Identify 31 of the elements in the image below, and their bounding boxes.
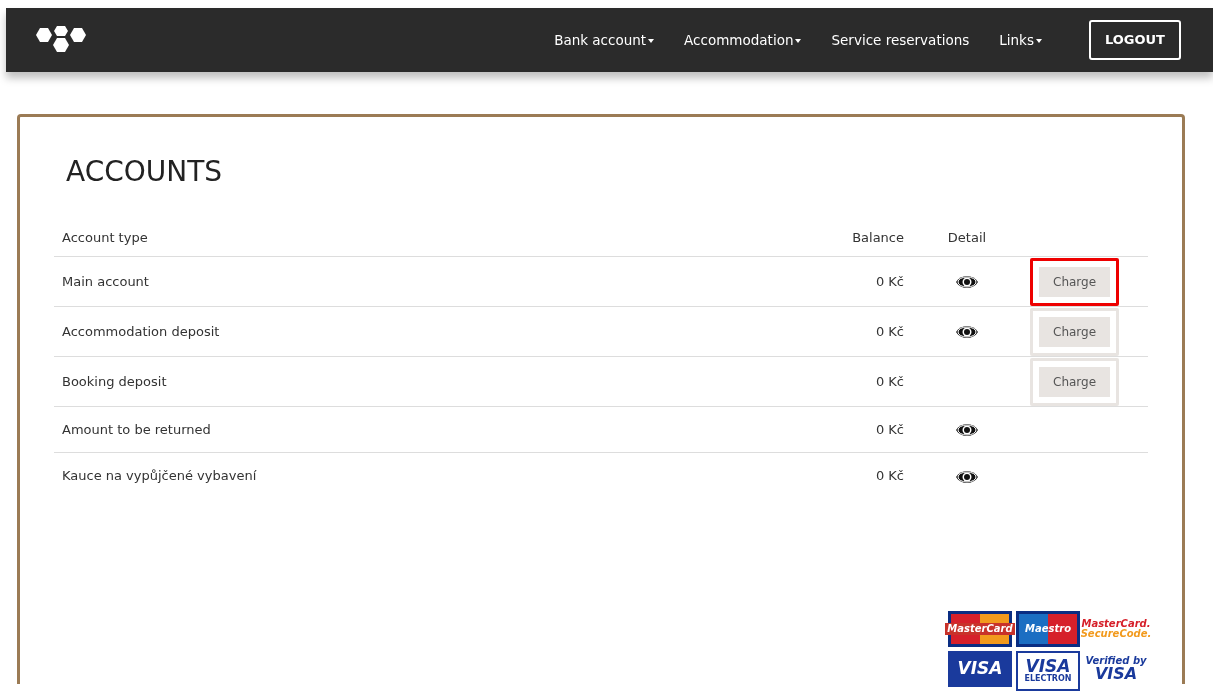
column-header: Balance bbox=[852, 229, 904, 245]
logout-button[interactable]: LOGOUT bbox=[1088, 20, 1181, 60]
eye-icon[interactable] bbox=[955, 468, 979, 485]
payment-logo: MasterCard bbox=[948, 610, 1012, 647]
nav-link[interactable]: Links bbox=[999, 29, 1042, 51]
table-cell: 0 Kč bbox=[875, 323, 904, 339]
column-header: Detail bbox=[947, 229, 987, 245]
table-cell: 0 Kč bbox=[875, 373, 904, 389]
nav-link[interactable]: Bank account bbox=[554, 29, 655, 51]
table-cell: Kauce na vypůjčené vybavení bbox=[62, 468, 257, 484]
table-cell: 0 Kč bbox=[875, 273, 904, 289]
charge-button[interactable]: Charge bbox=[1030, 307, 1120, 356]
eye-icon[interactable] bbox=[955, 274, 979, 291]
payment-logo: VISA bbox=[948, 650, 1012, 687]
table-cell: Accommodation deposit bbox=[62, 323, 220, 339]
payment-logo: Maestro bbox=[1016, 610, 1080, 647]
payment-logo: VISA ELECTRON bbox=[1016, 650, 1080, 691]
table-cell: 0 Kč bbox=[875, 468, 904, 484]
charge-button[interactable]: Charge bbox=[1030, 257, 1120, 306]
nav-link[interactable]: Service reservations bbox=[831, 29, 970, 51]
table-cell: 0 Kč bbox=[875, 421, 904, 437]
nav-link[interactable]: Accommodation bbox=[684, 29, 802, 51]
column-header: Account type bbox=[62, 229, 148, 245]
table-cell: Booking deposit bbox=[62, 373, 167, 389]
table-cell: Amount to be returned bbox=[62, 421, 211, 437]
charge-button[interactable]: Charge bbox=[1030, 357, 1120, 406]
eye-icon[interactable] bbox=[955, 422, 979, 439]
logo-icon[interactable] bbox=[34, 25, 88, 55]
page-title: ACCOUNTS bbox=[66, 155, 224, 189]
table-cell: Main account bbox=[62, 273, 149, 289]
eye-icon[interactable] bbox=[955, 324, 979, 341]
